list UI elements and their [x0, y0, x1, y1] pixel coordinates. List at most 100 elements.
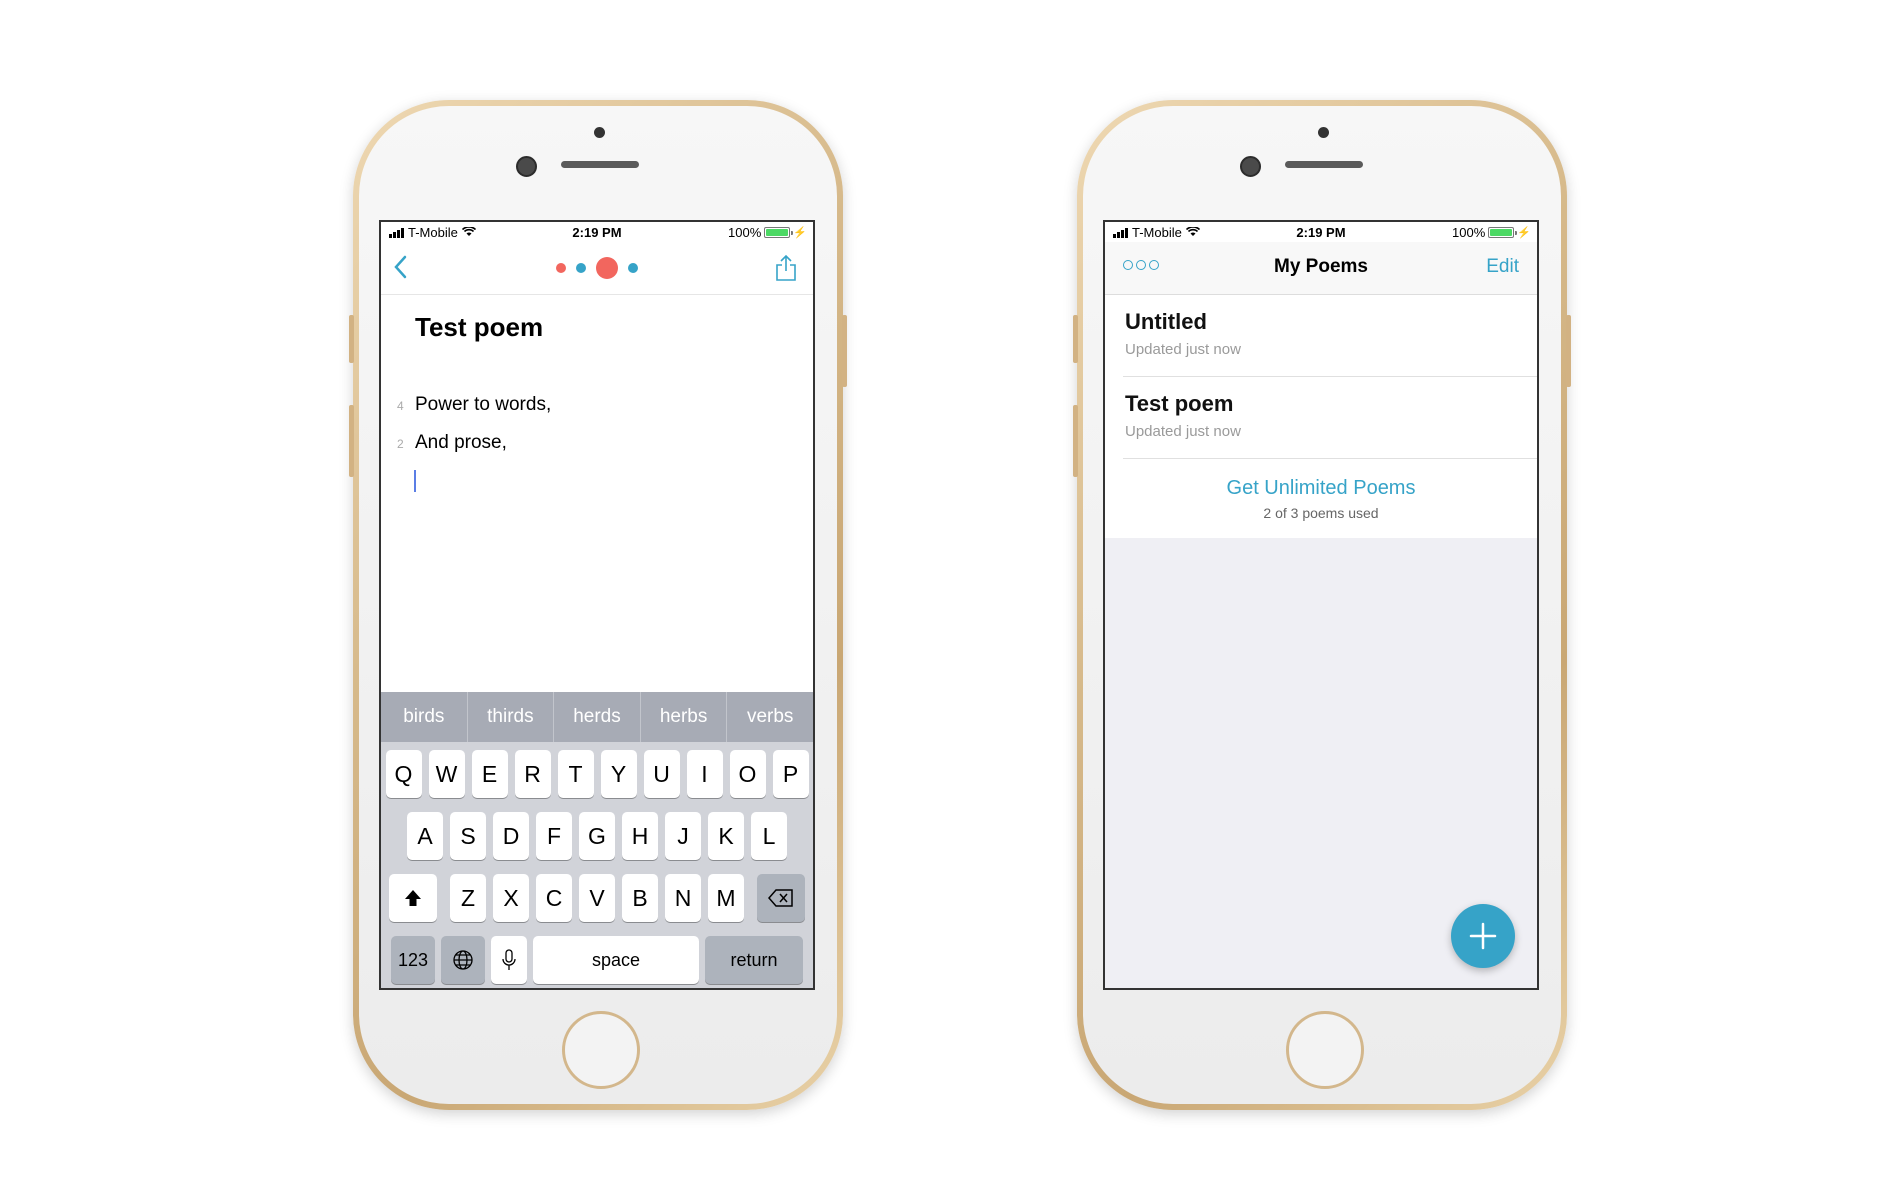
- poem-updated: Updated just now: [1125, 423, 1241, 440]
- key[interactable]: X: [493, 874, 529, 922]
- key[interactable]: Z: [450, 874, 486, 922]
- charging-icon: ⚡: [793, 227, 807, 239]
- key[interactable]: E: [471, 750, 508, 798]
- key[interactable]: J: [665, 812, 701, 860]
- key[interactable]: W: [428, 750, 465, 798]
- shift-key[interactable]: [389, 874, 437, 922]
- suggestion[interactable]: verbs: [727, 692, 813, 742]
- line-text: Power to words,: [415, 394, 552, 415]
- suggestion[interactable]: herds: [554, 692, 641, 742]
- key[interactable]: Q: [385, 750, 422, 798]
- battery-icon: [1488, 227, 1518, 238]
- phone-right: T-Mobile 2:19 PM 100% ⚡ My Poems Edit Un…: [1073, 100, 1571, 1110]
- suggestion[interactable]: thirds: [468, 692, 555, 742]
- key[interactable]: F: [536, 812, 572, 860]
- key[interactable]: H: [622, 812, 658, 860]
- front-camera: [1240, 156, 1261, 177]
- poem-title[interactable]: Test poem: [415, 312, 543, 343]
- battery-icon: [764, 227, 794, 238]
- share-icon[interactable]: [775, 254, 797, 282]
- proximity-sensor: [594, 127, 605, 138]
- key[interactable]: A: [407, 812, 443, 860]
- syllable-count: 4: [397, 399, 404, 413]
- poem-line[interactable]: 4 Power to words,: [397, 394, 551, 416]
- list-item[interactable]: Untitled Updated just now: [1123, 295, 1537, 377]
- home-button[interactable]: [1286, 1011, 1364, 1089]
- key[interactable]: L: [751, 812, 787, 860]
- battery-group: 100% ⚡: [1452, 225, 1531, 240]
- key[interactable]: P: [772, 750, 809, 798]
- key-row-1: Q W E R T Y U I O P: [381, 750, 813, 798]
- key[interactable]: K: [708, 812, 744, 860]
- key[interactable]: G: [579, 812, 615, 860]
- editor-nav-bar: [381, 242, 813, 295]
- globe-key[interactable]: [441, 936, 485, 984]
- proximity-sensor: [1318, 127, 1329, 138]
- poem-name: Untitled: [1125, 309, 1207, 334]
- text-cursor: [414, 470, 416, 492]
- get-unlimited-link[interactable]: Get Unlimited Poems: [1105, 477, 1537, 500]
- space-key[interactable]: space: [533, 936, 699, 984]
- edit-button[interactable]: Edit: [1486, 256, 1519, 278]
- suggestion[interactable]: herbs: [641, 692, 728, 742]
- return-key[interactable]: return: [705, 936, 803, 984]
- poem-updated: Updated just now: [1125, 341, 1241, 358]
- key[interactable]: U: [643, 750, 680, 798]
- poem-line[interactable]: 2 And prose,: [397, 432, 507, 454]
- status-bar: T-Mobile 2:19 PM 100% ⚡: [381, 222, 813, 242]
- charging-icon: ⚡: [1517, 227, 1531, 239]
- poem-list-screen: T-Mobile 2:19 PM 100% ⚡ My Poems Edit Un…: [1103, 220, 1539, 990]
- key[interactable]: V: [579, 874, 615, 922]
- key[interactable]: T: [557, 750, 594, 798]
- dot-large-coral: [596, 257, 618, 279]
- volume-button: [1073, 405, 1078, 477]
- earpiece-speaker: [561, 161, 639, 168]
- phone-bezel: T-Mobile 2:19 PM 100% ⚡ Test poem 4 Powe…: [359, 106, 837, 1104]
- key[interactable]: M: [708, 874, 744, 922]
- dictation-key[interactable]: [491, 936, 527, 984]
- key[interactable]: C: [536, 874, 572, 922]
- phone-left: T-Mobile 2:19 PM 100% ⚡ Test poem 4 Powe…: [349, 100, 847, 1110]
- battery-group: 100% ⚡: [728, 225, 807, 240]
- dot-small-coral: [556, 263, 566, 273]
- numbers-key[interactable]: 123: [391, 936, 435, 984]
- predictive-bar: birds thirds herds herbs verbs: [381, 692, 813, 742]
- key[interactable]: B: [622, 874, 658, 922]
- key-row-3: Z X C V B N M: [381, 874, 813, 922]
- plus-icon: [1469, 922, 1497, 950]
- volume-button: [349, 405, 354, 477]
- key[interactable]: R: [514, 750, 551, 798]
- poem-usage-count: 2 of 3 poems used: [1263, 505, 1379, 521]
- key[interactable]: O: [729, 750, 766, 798]
- power-button: [1566, 315, 1571, 387]
- power-button: [842, 315, 847, 387]
- phone-bezel: T-Mobile 2:19 PM 100% ⚡ My Poems Edit Un…: [1083, 106, 1561, 1104]
- home-button[interactable]: [562, 1011, 640, 1089]
- syllable-count: 2: [397, 437, 404, 451]
- key-row-2: A S D F G H J K L: [381, 812, 813, 860]
- suggestion[interactable]: birds: [381, 692, 468, 742]
- key[interactable]: D: [493, 812, 529, 860]
- microphone-icon: [502, 949, 516, 970]
- key-row-4: 123 space return: [381, 936, 813, 984]
- upgrade-banner: Get Unlimited Poems 2 of 3 poems used: [1105, 457, 1537, 537]
- list-nav-bar: My Poems Edit: [1105, 242, 1537, 295]
- battery-percent: 100%: [728, 225, 762, 240]
- dot-small-blue: [576, 263, 586, 273]
- key[interactable]: I: [686, 750, 723, 798]
- shift-icon: [405, 890, 421, 906]
- battery-percent: 100%: [1452, 225, 1486, 240]
- delete-key[interactable]: [757, 874, 805, 922]
- key[interactable]: Y: [600, 750, 637, 798]
- key[interactable]: S: [450, 812, 486, 860]
- earpiece-speaker: [1285, 161, 1363, 168]
- editor-screen: T-Mobile 2:19 PM 100% ⚡ Test poem 4 Powe…: [379, 220, 815, 990]
- add-poem-button[interactable]: [1451, 904, 1515, 968]
- key[interactable]: N: [665, 874, 701, 922]
- list-item[interactable]: Test poem Updated just now: [1123, 377, 1537, 459]
- front-camera: [516, 156, 537, 177]
- silent-switch: [1073, 315, 1078, 363]
- syllable-dots[interactable]: [381, 257, 813, 279]
- line-text: And prose,: [415, 432, 507, 453]
- keyboard: birds thirds herds herbs verbs Q W E R T…: [381, 692, 813, 988]
